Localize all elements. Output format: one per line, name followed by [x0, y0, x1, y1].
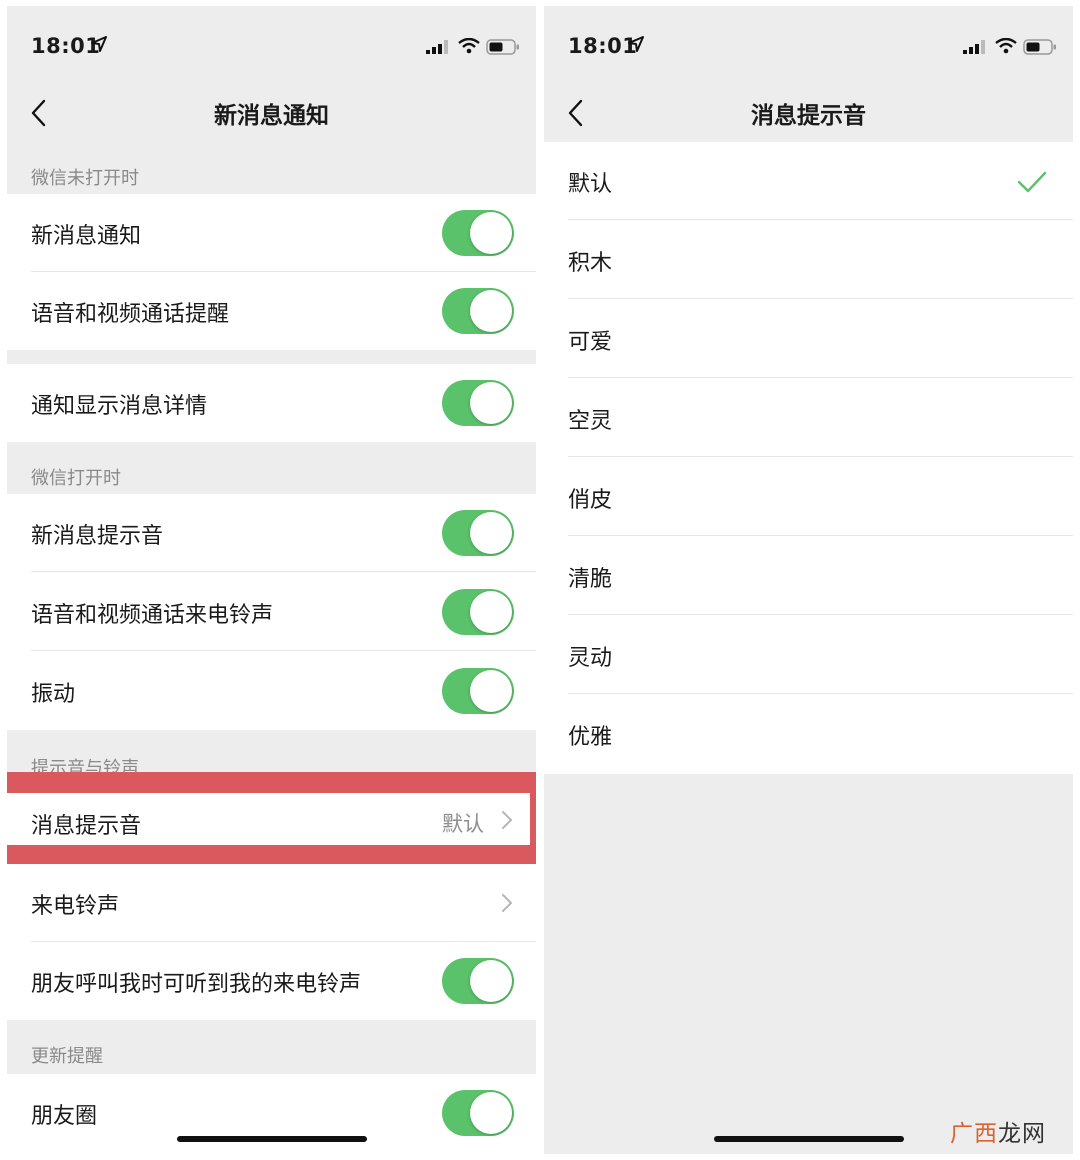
friend-hear-ringtone-toggle[interactable]: [442, 958, 514, 1004]
moments-toggle[interactable]: [442, 1090, 514, 1136]
wifi-icon: [458, 38, 480, 54]
toggle-knob: [470, 512, 512, 554]
divider: [568, 298, 1073, 299]
show-details-toggle[interactable]: [442, 380, 514, 426]
battery-icon: [1023, 39, 1056, 55]
status-time: 18:01: [568, 34, 638, 58]
watermark-accent-text: 广西: [950, 1121, 998, 1147]
vibrate-row: 振动: [7, 652, 536, 730]
navigation-bar: 消息提示音: [544, 84, 1073, 144]
row-value: 默认: [442, 812, 484, 836]
divider: [568, 456, 1073, 457]
sound-option-label: 灵动: [568, 646, 613, 671]
call-ringtone-toggle-row: 语音和视频通话来电铃声: [7, 573, 536, 651]
sound-option-row[interactable]: 积木: [544, 221, 1073, 299]
divider: [31, 571, 536, 572]
divider: [568, 377, 1073, 378]
new-message-notice-row: 新消息通知: [7, 194, 536, 272]
toggle-knob: [470, 591, 512, 633]
sound-option-label: 默认: [568, 172, 613, 197]
row-label: 来电铃声: [31, 894, 120, 919]
wifi-icon: [995, 38, 1017, 54]
sound-option-label: 空灵: [568, 409, 613, 434]
message-sound-toggle[interactable]: [442, 510, 514, 556]
row-label: 振动: [31, 682, 76, 707]
vibrate-toggle[interactable]: [442, 668, 514, 714]
settings-group: 新消息提示音 语音和视频通话来电铃声 振动: [7, 494, 536, 730]
row-label: 新消息提示音: [31, 524, 164, 549]
checkmark-icon: [1017, 171, 1047, 193]
call-ringtone-toggle[interactable]: [442, 589, 514, 635]
toggle-knob: [470, 382, 512, 424]
sound-option-row[interactable]: 俏皮: [544, 458, 1073, 536]
sound-option-row[interactable]: 空灵: [544, 379, 1073, 457]
watermark-logo: 广西龙网: [950, 1114, 1046, 1148]
toggle-knob: [470, 212, 512, 254]
sound-option-row[interactable]: 优雅: [544, 695, 1073, 773]
status-bar: 18:01: [7, 6, 536, 84]
sound-option-list: 默认积木可爱空灵俏皮清脆灵动优雅: [544, 142, 1073, 774]
navigation-bar: 新消息通知: [7, 84, 536, 144]
divider: [568, 219, 1073, 220]
row-label: 语音和视频通话来电铃声: [31, 603, 274, 628]
sound-option-label: 优雅: [568, 725, 613, 750]
chevron-right-icon: [502, 894, 512, 912]
sound-option-label: 清脆: [568, 567, 613, 592]
section-header-closed: 微信未打开时: [31, 168, 139, 189]
page-title: 新消息通知: [214, 103, 329, 129]
location-arrow-icon: [91, 36, 107, 52]
divider: [568, 693, 1073, 694]
friend-hear-ringtone-row: 朋友呼叫我时可听到我的来电铃声: [7, 942, 536, 1020]
toggle-knob: [470, 670, 512, 712]
home-indicator: [177, 1136, 367, 1142]
message-sound-screen: 18:01 消息提示音 默认积木可爱空灵俏皮清脆灵动优雅: [544, 6, 1073, 1154]
divider: [568, 614, 1073, 615]
settings-group: 朋友圈: [7, 1074, 536, 1154]
section-header-open: 微信打开时: [31, 468, 121, 489]
notification-settings-screen: 18:01 新消息通知 微信未打开时 新消息通知 语音和视频通话提醒 通知显示消…: [7, 6, 536, 1154]
battery-icon: [486, 39, 519, 55]
toggle-knob: [470, 290, 512, 332]
sound-option-row[interactable]: 灵动: [544, 616, 1073, 694]
highlight-annotation: 消息提示音 默认: [7, 772, 536, 864]
settings-group: 来电铃声 朋友呼叫我时可听到我的来电铃声: [7, 864, 536, 1020]
sound-option-row[interactable]: 清脆: [544, 537, 1073, 615]
new-message-notice-toggle[interactable]: [442, 210, 514, 256]
sound-option-label: 俏皮: [568, 488, 613, 513]
divider: [31, 650, 536, 651]
row-label: 语音和视频通话提醒: [31, 302, 230, 327]
settings-group: 新消息通知 语音和视频通话提醒: [7, 194, 536, 350]
call-alert-toggle[interactable]: [442, 288, 514, 334]
status-bar: 18:01: [544, 6, 1073, 84]
divider: [568, 535, 1073, 536]
sound-option-label: 可爱: [568, 330, 613, 355]
row-label: 消息提示音: [31, 814, 142, 839]
toggle-knob: [470, 960, 512, 1002]
settings-group: 通知显示消息详情: [7, 364, 536, 442]
section-header-update: 更新提醒: [31, 1046, 103, 1067]
row-label: 通知显示消息详情: [31, 394, 208, 419]
sound-option-row[interactable]: 可爱: [544, 300, 1073, 378]
sound-option-row[interactable]: 默认: [544, 142, 1073, 220]
page-title: 消息提示音: [751, 103, 866, 129]
row-label: 朋友圈: [31, 1104, 98, 1129]
ringtone-row[interactable]: 来电铃声: [7, 864, 536, 942]
status-time: 18:01: [31, 34, 101, 58]
row-label: 朋友呼叫我时可听到我的来电铃声: [31, 972, 362, 997]
chevron-right-icon: [502, 811, 512, 829]
home-indicator: [714, 1136, 904, 1142]
row-label: 新消息通知: [31, 224, 142, 249]
message-sound-toggle-row: 新消息提示音: [7, 494, 536, 572]
location-arrow-icon: [628, 36, 644, 52]
cellular-signal-icon: [426, 40, 448, 54]
show-details-row: 通知显示消息详情: [7, 364, 536, 442]
call-alert-row: 语音和视频通话提醒: [7, 272, 536, 350]
watermark-text: 龙网: [998, 1121, 1046, 1147]
cellular-signal-icon: [963, 40, 985, 54]
sound-option-label: 积木: [568, 251, 613, 276]
toggle-knob: [470, 1092, 512, 1134]
message-sound-row[interactable]: 消息提示音 默认: [7, 793, 530, 845]
